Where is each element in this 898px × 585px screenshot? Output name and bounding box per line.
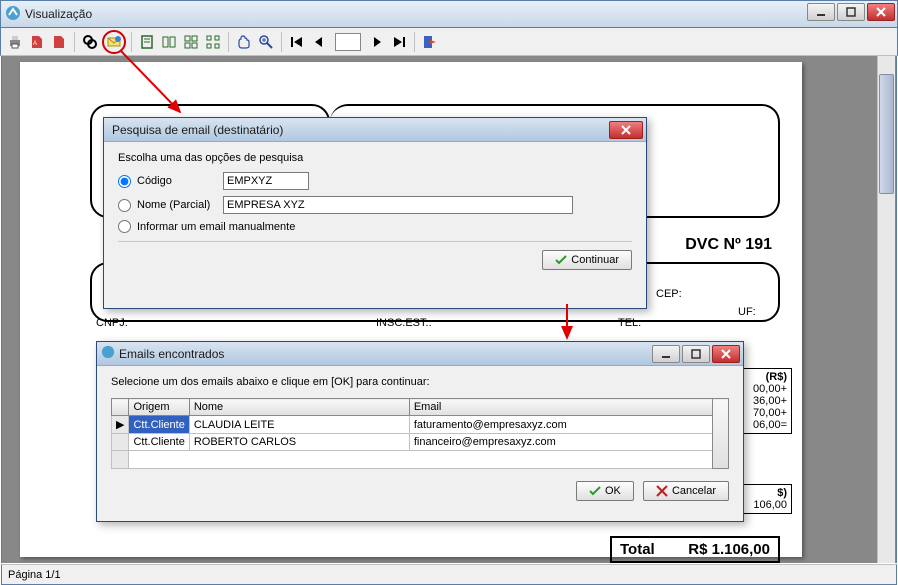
col-nome[interactable]: Nome — [189, 399, 409, 416]
total-value: R$ 1.106,00 — [688, 541, 770, 558]
cep-label: CEP: — [656, 288, 682, 300]
row-indicator-icon: ▶ — [112, 416, 129, 434]
grand-total-row: Total R$ 1.106,00 — [610, 536, 780, 563]
print-button[interactable] — [5, 32, 25, 52]
total-line: 70,00+ — [743, 407, 787, 419]
dvc-number: DVC Nº 191 — [685, 236, 772, 254]
totals-header-2: $) — [743, 487, 787, 499]
view-dual-button[interactable] — [159, 32, 179, 52]
totals-header: (R$) — [743, 371, 787, 383]
page-indicator: Página 1/1 — [8, 569, 61, 581]
next-page-button[interactable] — [367, 32, 387, 52]
cancel-button-label: Cancelar — [672, 485, 716, 497]
dialog-close-button[interactable] — [609, 121, 643, 139]
dialog2-close-button[interactable] — [712, 345, 740, 363]
cell-nome: ROBERTO CARLOS — [189, 434, 409, 451]
toolbar-separator — [74, 32, 75, 52]
radio-nome[interactable] — [118, 199, 131, 212]
toolbar-separator — [228, 32, 229, 52]
cell-origem: Ctt.Cliente — [129, 434, 189, 451]
pdf-button[interactable]: A — [27, 32, 47, 52]
app-icon — [101, 345, 115, 362]
radio-manual[interactable] — [118, 220, 131, 233]
minimize-button[interactable] — [807, 3, 835, 21]
col-email[interactable]: Email — [409, 399, 712, 416]
page-number-input[interactable] — [335, 33, 361, 51]
total-line: 00,00+ — [743, 383, 787, 395]
pan-button[interactable] — [234, 32, 254, 52]
totals-box: (R$) 00,00+ 36,00+ 70,00+ 06,00= — [738, 368, 792, 434]
emails-found-dialog: Emails encontrados Selecione um dos emai… — [96, 341, 744, 522]
word-button[interactable] — [49, 32, 69, 52]
dialog2-minimize-button[interactable] — [652, 345, 680, 363]
emails-table: Origem Nome Email ▶ Ctt.Cliente CLAUDIA … — [111, 398, 729, 469]
cnpj-label: CNPJ: — [96, 317, 128, 329]
radio-manual-label: Informar um email manualmente — [137, 221, 295, 233]
dialog2-maximize-button[interactable] — [682, 345, 710, 363]
prev-page-button[interactable] — [309, 32, 329, 52]
view-single-button[interactable] — [137, 32, 157, 52]
col-origem[interactable]: Origem — [129, 399, 189, 416]
nome-input[interactable] — [223, 196, 573, 214]
status-bar: Página 1/1 — [1, 564, 897, 585]
table-scrollbar[interactable] — [713, 399, 729, 469]
last-page-button[interactable] — [389, 32, 409, 52]
radio-nome-label: Nome (Parcial) — [137, 199, 223, 211]
email-button[interactable] — [102, 30, 126, 54]
total-line: 36,00+ — [743, 395, 787, 407]
ok-button[interactable]: OK — [576, 481, 634, 501]
dialog2-title-bar[interactable]: Emails encontrados — [97, 342, 743, 366]
svg-text:A: A — [33, 41, 37, 47]
cell-origem: Ctt.Cliente — [129, 416, 189, 434]
row-indicator-icon — [112, 434, 129, 451]
main-window-title: Visualização — [25, 7, 92, 21]
exit-button[interactable] — [420, 32, 440, 52]
inscest-label: INSC.EST.: — [376, 317, 432, 329]
first-page-button[interactable] — [287, 32, 307, 52]
indicator-header — [112, 399, 129, 416]
ok-button-label: OK — [605, 485, 621, 497]
cell-email: financeiro@empresaxyz.com — [409, 434, 712, 451]
toolbar-separator — [281, 32, 282, 52]
vertical-scrollbar[interactable] — [877, 56, 895, 563]
search-button[interactable] — [80, 32, 100, 52]
tel-label: TEL: — [618, 317, 641, 329]
radio-codigo-label: Código — [137, 175, 223, 187]
instruction-text: Selecione um dos emails abaixo e clique … — [111, 376, 729, 388]
close-button[interactable] — [867, 3, 895, 21]
toolbar: A — [0, 28, 898, 56]
table-row-empty — [112, 451, 729, 469]
maximize-button[interactable] — [837, 3, 865, 21]
dialog-title: Pesquisa de email (destinatário) — [112, 123, 283, 137]
toolbar-separator — [131, 32, 132, 52]
continue-button[interactable]: Continuar — [542, 250, 632, 270]
zoom-plus-button[interactable] — [256, 32, 276, 52]
total-label: Total — [620, 541, 655, 558]
view-thumb-button[interactable] — [203, 32, 223, 52]
dialog-title-bar[interactable]: Pesquisa de email (destinatário) — [104, 118, 646, 142]
cell-nome: CLAUDIA LEITE — [189, 416, 409, 434]
app-icon — [5, 5, 21, 24]
radio-codigo[interactable] — [118, 175, 131, 188]
codigo-input[interactable] — [223, 172, 309, 190]
main-title-bar: Visualização — [0, 0, 898, 28]
continue-button-label: Continuar — [571, 254, 619, 266]
scrollbar-thumb[interactable] — [879, 74, 894, 194]
table-row[interactable]: Ctt.Cliente ROBERTO CARLOS financeiro@em… — [112, 434, 729, 451]
totals-box-2: $) 106,00 — [738, 484, 792, 514]
dialog2-title: Emails encontrados — [119, 347, 224, 361]
cancel-button[interactable]: Cancelar — [643, 481, 729, 501]
toolbar-separator — [414, 32, 415, 52]
total-line-2: 106,00 — [743, 499, 787, 511]
table-row[interactable]: ▶ Ctt.Cliente CLAUDIA LEITE faturamento@… — [112, 416, 729, 434]
email-search-dialog: Pesquisa de email (destinatário) Escolha… — [103, 117, 647, 309]
group-label: Escolha uma das opções de pesquisa — [118, 152, 632, 164]
total-line: 06,00= — [743, 419, 787, 431]
cell-email: faturamento@empresaxyz.com — [409, 416, 712, 434]
uf-label: UF: — [738, 306, 756, 318]
view-grid-button[interactable] — [181, 32, 201, 52]
